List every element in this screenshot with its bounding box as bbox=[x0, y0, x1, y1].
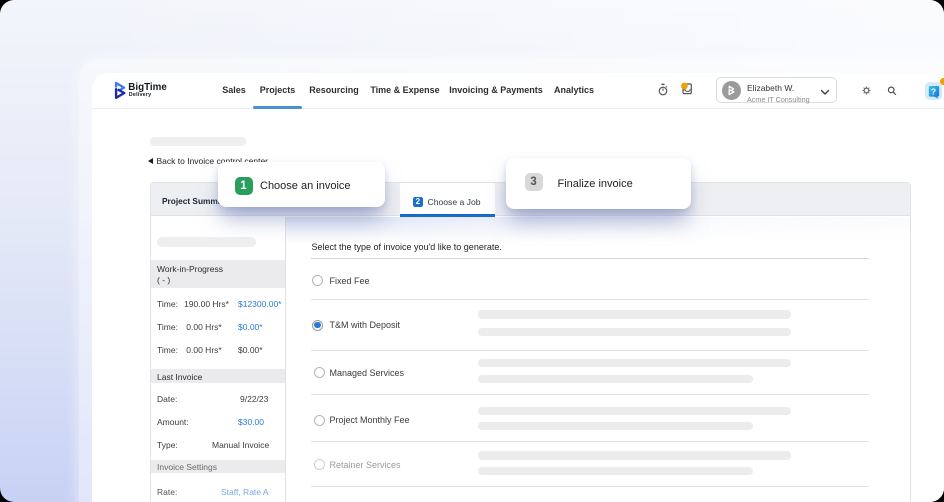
svg-text:?: ? bbox=[930, 86, 935, 96]
